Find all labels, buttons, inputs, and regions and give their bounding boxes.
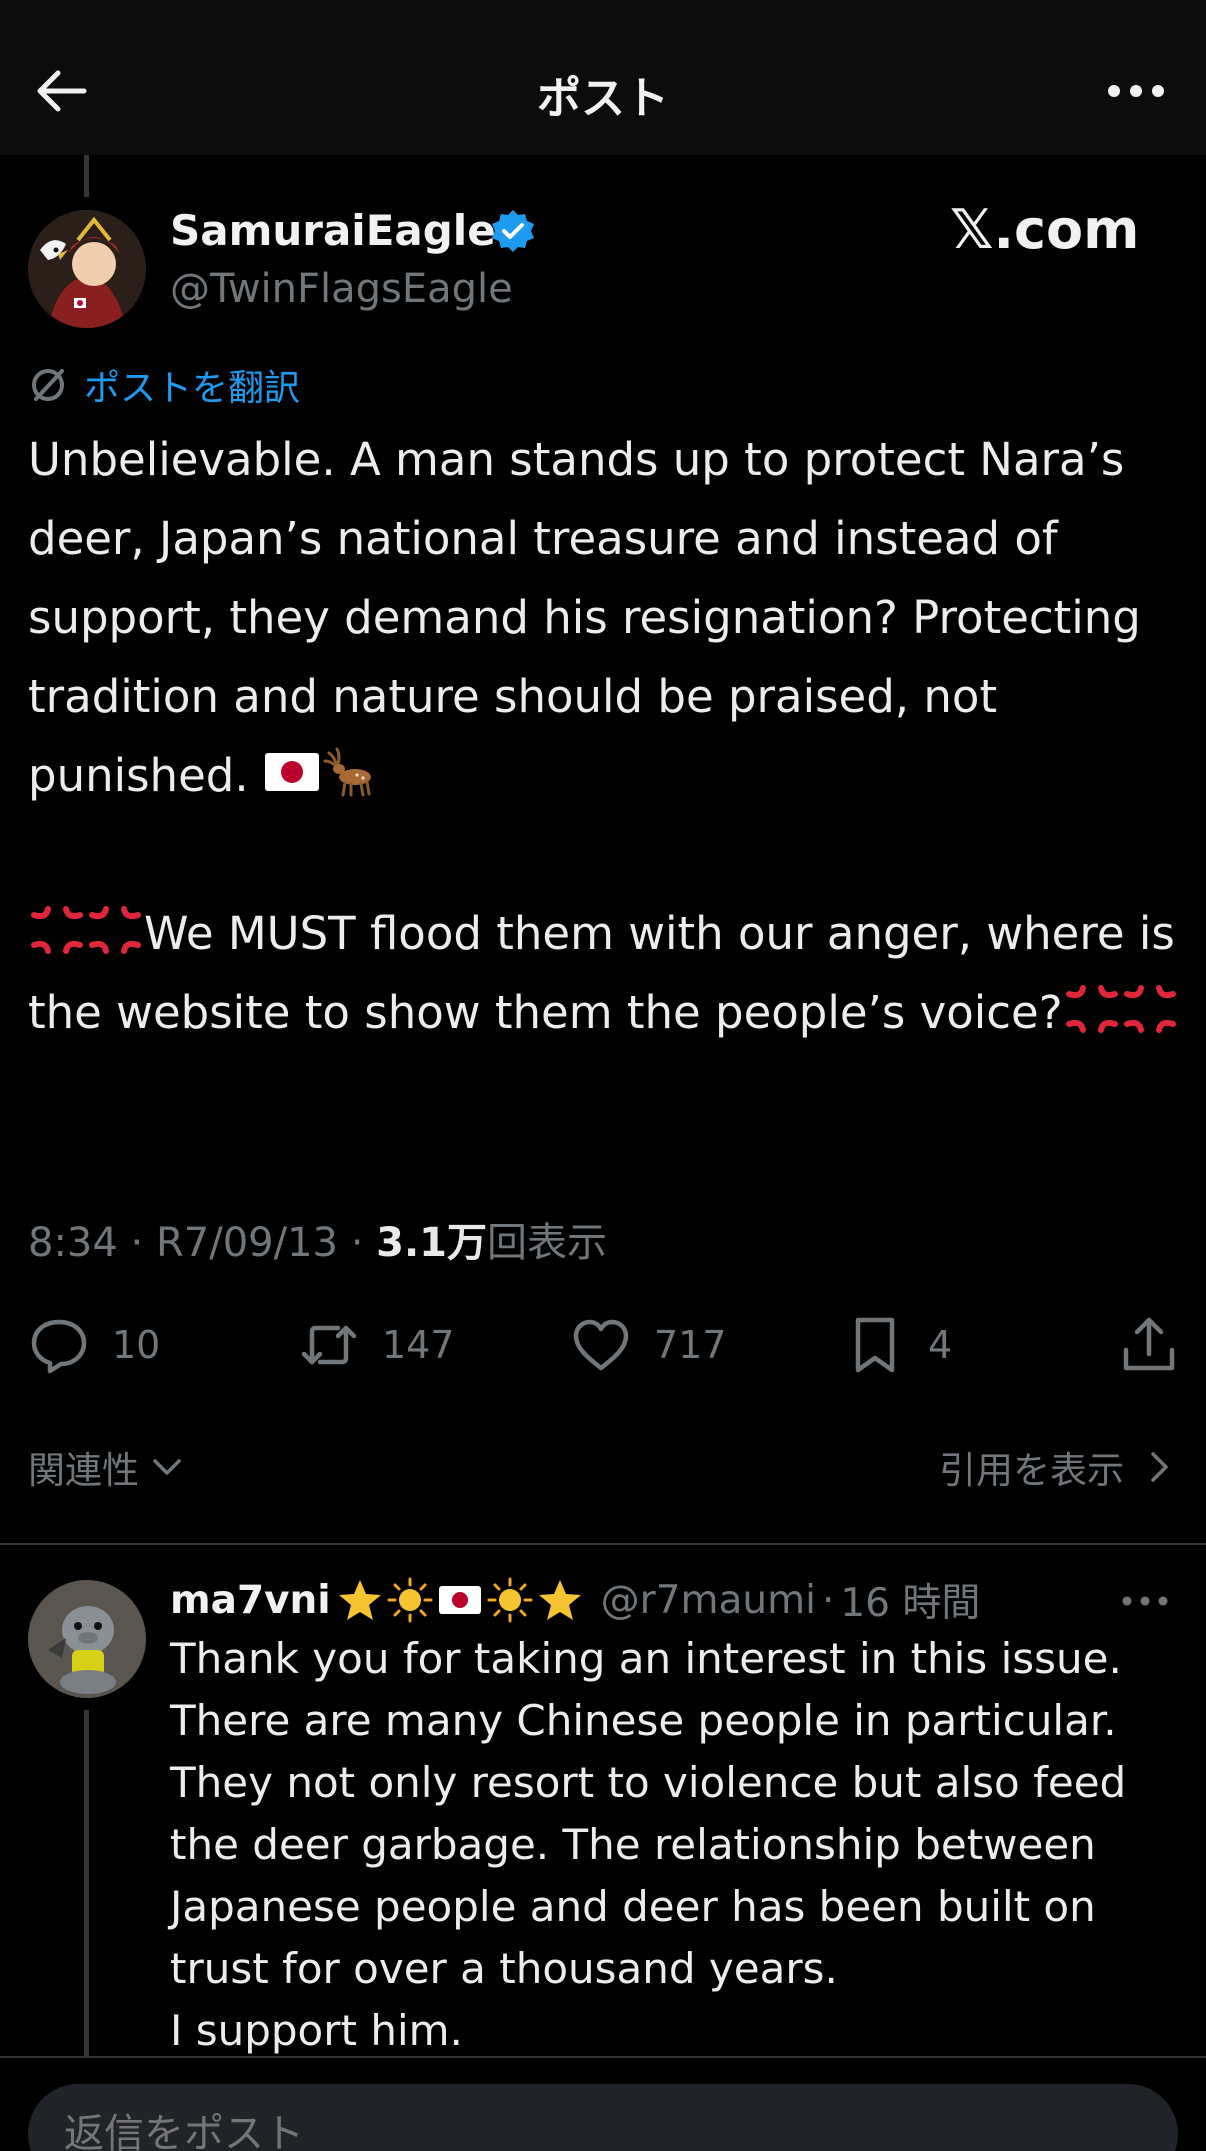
reply-composer <box>0 2056 1206 2151</box>
share-button[interactable] <box>1118 1305 1202 1385</box>
star-icon <box>538 1580 581 1620</box>
like-button[interactable]: 717 <box>570 1305 727 1385</box>
post-date: R7/09/13 <box>155 1220 338 1266</box>
author-avatar[interactable] <box>28 210 146 328</box>
divider <box>0 1543 1206 1545</box>
verified-badge-icon <box>492 210 534 252</box>
bookmark-count: 4 <box>928 1323 953 1367</box>
action-bar: 10 147 717 4 <box>0 1305 1206 1385</box>
sun-icon <box>387 1577 433 1623</box>
chevron-down-icon <box>153 1459 181 1475</box>
translate-post-link[interactable]: ポストを翻訳 <box>28 360 300 410</box>
bookmark-button[interactable]: 4 <box>844 1305 952 1385</box>
meta-separator: · <box>130 1220 144 1266</box>
reply-button[interactable]: 10 <box>28 1305 160 1385</box>
reply-count: 10 <box>112 1323 161 1367</box>
share-icon <box>1123 1317 1175 1371</box>
thread-line <box>84 1710 89 2060</box>
star-icon <box>338 1580 381 1620</box>
author-handle[interactable]: @TwinFlagsEagle <box>170 266 513 312</box>
bookmark-icon <box>855 1317 895 1373</box>
flag-japan-icon <box>264 753 319 791</box>
author-display-name[interactable]: SamuraiEagle <box>170 206 496 255</box>
anger-symbol-icon <box>1123 985 1176 1033</box>
reply-handle[interactable]: @r7maumi <box>601 1578 816 1623</box>
view-count: 3.1万 <box>376 1220 487 1266</box>
thread-line <box>84 155 89 197</box>
post-text-paragraph-1: Unbelievable. A man stands up to protect… <box>28 433 1156 802</box>
post-time: 8:34 <box>28 1220 118 1266</box>
anger-symbol-icon <box>31 906 83 954</box>
reply-icon <box>31 1319 87 1374</box>
sort-label: 関連性 <box>28 1449 139 1492</box>
post-text-paragraph-2: We MUST flood them with our anger, where… <box>28 907 1190 1039</box>
reply-filters: 関連性 引用を表示 <box>0 1440 1206 1500</box>
flag-japan-icon <box>438 1586 481 1614</box>
post-meta: 8:34 · R7/09/13 · 3.1万回表示 <box>28 1210 607 1268</box>
name-emojis <box>337 1577 587 1623</box>
sun-icon <box>487 1577 533 1623</box>
view-label: 回表示 <box>487 1220 607 1266</box>
reply-time: 16 時間 <box>840 1581 981 1626</box>
view-quotes-link[interactable]: 引用を表示 <box>939 1440 1176 1494</box>
repost-button[interactable]: 147 <box>298 1305 455 1385</box>
translate-icon <box>32 369 64 401</box>
more-horizontal-icon[interactable] <box>1120 1590 1170 1612</box>
repost-icon <box>301 1325 357 1365</box>
anger-symbol-icon <box>1065 985 1118 1033</box>
reply-text-content: Thank you for taking an interest in this… <box>170 1634 1127 2055</box>
repost-count: 147 <box>382 1323 455 1367</box>
like-count: 717 <box>654 1323 727 1367</box>
quotes-label: 引用を表示 <box>939 1449 1124 1492</box>
anger-symbol-icon <box>89 906 141 954</box>
translate-label: ポストを翻訳 <box>84 368 301 409</box>
reply-text: Thank you for taking an interest in this… <box>170 1628 1180 2062</box>
heart-icon <box>573 1319 629 1371</box>
deer-icon <box>323 747 371 797</box>
reply-display-name[interactable]: ma7vni <box>170 1578 331 1623</box>
reply-header: ma7vni @r7maumi · 16 時間 <box>170 1572 980 1628</box>
x-brand-watermark: 𝕏.com <box>950 198 1140 261</box>
post-text: Unbelievable. A man stands up to protect… <box>28 420 1188 1052</box>
reply-avatar[interactable] <box>28 1580 146 1698</box>
reply-input[interactable] <box>28 2084 1178 2151</box>
reply-separator: · <box>821 1577 835 1623</box>
meta-separator: · <box>350 1220 364 1266</box>
more-horizontal-icon[interactable] <box>1106 76 1166 106</box>
top-bar: ポスト <box>0 0 1206 155</box>
chevron-right-icon <box>1151 1452 1168 1482</box>
page-title: ポスト <box>537 73 669 124</box>
sort-dropdown[interactable]: 関連性 <box>28 1440 185 1494</box>
